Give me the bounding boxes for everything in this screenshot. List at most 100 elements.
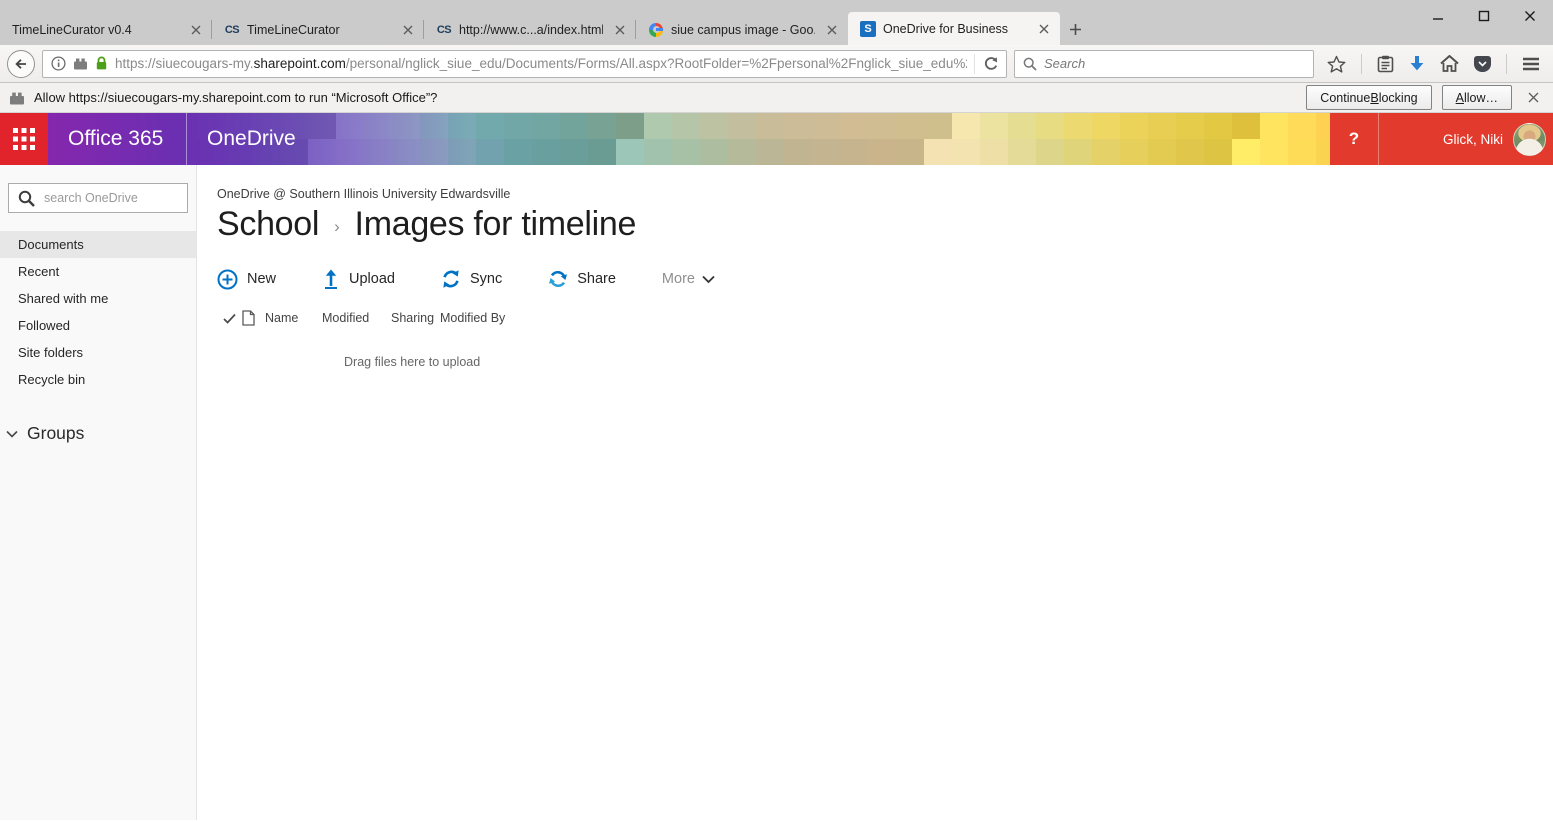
- share-button[interactable]: Share: [548, 269, 616, 289]
- office365-brand[interactable]: Office 365: [68, 113, 163, 165]
- select-all-checkmark[interactable]: [217, 313, 242, 324]
- bookmark-star-icon[interactable]: [1327, 55, 1346, 73]
- menu-hamburger-icon[interactable]: [1522, 57, 1540, 71]
- reload-button[interactable]: [974, 53, 998, 74]
- groups-section-toggle[interactable]: Groups: [0, 423, 196, 444]
- back-button[interactable]: [7, 49, 35, 78]
- search-icon: [18, 190, 35, 207]
- toolbar-icons: [1321, 53, 1546, 74]
- tab-close-icon[interactable]: [1034, 19, 1054, 39]
- tab-timelinecurator[interactable]: CS TimeLineCurator: [212, 14, 424, 45]
- sidebar-item-shared-with-me[interactable]: Shared with me: [0, 285, 196, 312]
- info-icon[interactable]: [51, 56, 66, 71]
- browser-search-box[interactable]: [1014, 49, 1314, 78]
- help-button[interactable]: ?: [1330, 113, 1378, 165]
- lock-icon[interactable]: [95, 56, 108, 71]
- org-title: OneDrive @ Southern Illinois University …: [217, 187, 511, 201]
- onedrive-search-input[interactable]: [44, 191, 178, 205]
- new-button[interactable]: New: [217, 269, 276, 290]
- breadcrumb-current: Images for timeline: [354, 205, 637, 243]
- browser-toolbar: https://siuecougars-my.sharepoint.com/pe…: [0, 45, 1553, 83]
- page-title: School › Images for timeline: [217, 205, 1553, 244]
- google-favicon: [648, 22, 664, 38]
- chevron-down-icon: [6, 430, 18, 438]
- suitebar-divider: [186, 113, 187, 165]
- chevron-down-icon: [702, 275, 715, 284]
- column-header-name[interactable]: Name: [265, 311, 322, 325]
- allow-button[interactable]: Allow…: [1441, 85, 1512, 110]
- tab-label: siue campus image - Goo...: [671, 22, 815, 37]
- tab-label: TimeLineCurator: [247, 22, 340, 37]
- plugin-brick-icon: [9, 91, 25, 105]
- url-bar[interactable]: https://siuecougars-my.sharepoint.com/pe…: [42, 49, 1007, 78]
- tab-label: OneDrive for Business: [883, 21, 1009, 36]
- user-name: Glick, Niki: [1443, 131, 1503, 147]
- cs-favicon: CS: [224, 23, 240, 36]
- onedrive-app-title[interactable]: OneDrive: [207, 113, 296, 165]
- plugin-notification-bar: Allow https://siuecougars-my.sharepoint.…: [0, 83, 1553, 113]
- command-bar: New Upload Sync Share More: [217, 265, 1553, 293]
- tab-onedrive-active[interactable]: S OneDrive for Business: [848, 12, 1060, 45]
- breadcrumb-parent[interactable]: School: [217, 205, 319, 244]
- onedrive-sidebar: Documents Recent Shared with me Followed…: [0, 165, 197, 820]
- groups-label: Groups: [27, 423, 85, 443]
- onedrive-search-box[interactable]: [8, 183, 188, 213]
- continue-blocking-button[interactable]: Continue Blocking: [1306, 85, 1432, 110]
- main-content: OneDrive @ Southern Illinois University …: [197, 165, 1553, 820]
- toolbar-divider: [1506, 53, 1507, 74]
- more-button[interactable]: More: [662, 271, 715, 287]
- maximize-button[interactable]: [1461, 0, 1507, 32]
- sync-button[interactable]: Sync: [441, 269, 502, 289]
- upload-button[interactable]: Upload: [322, 269, 395, 289]
- drag-files-message: Drag files here to upload: [344, 355, 481, 369]
- sidebar-item-recent[interactable]: Recent: [0, 258, 196, 285]
- sync-arrows-icon: [441, 269, 461, 289]
- sidebar-item-followed[interactable]: Followed: [0, 312, 196, 339]
- file-type-icon[interactable]: [242, 310, 265, 326]
- tab-bar: TimeLineCurator v0.4 CS TimeLineCurator …: [0, 0, 1553, 45]
- user-avatar[interactable]: [1513, 122, 1546, 156]
- toolbar-divider: [1361, 53, 1362, 74]
- file-list-header: Name Modified Sharing Modified By: [217, 308, 1553, 328]
- breadcrumb-separator-icon: ›: [334, 216, 340, 236]
- tab-close-icon[interactable]: [610, 20, 630, 40]
- plugin-icon[interactable]: [73, 57, 88, 70]
- app-launcher-button[interactable]: [0, 113, 48, 165]
- column-header-sharing[interactable]: Sharing: [391, 311, 440, 325]
- sidebar-item-site-folders[interactable]: Site folders: [0, 339, 196, 366]
- tab-index-html[interactable]: CS http://www.c...a/index.html: [424, 14, 636, 45]
- minimize-button[interactable]: [1415, 0, 1461, 32]
- notification-close-icon[interactable]: [1522, 87, 1544, 109]
- search-icon: [1023, 57, 1037, 71]
- new-plus-icon: [217, 269, 238, 290]
- tab-close-icon[interactable]: [186, 20, 206, 40]
- upload-arrow-icon: [322, 269, 340, 289]
- column-header-modified[interactable]: Modified: [322, 311, 391, 325]
- url-text[interactable]: https://siuecougars-my.sharepoint.com/pe…: [115, 56, 967, 71]
- tab-close-icon[interactable]: [822, 20, 842, 40]
- user-menu[interactable]: Glick, Niki: [1379, 113, 1553, 165]
- browser-window: TimeLineCurator v0.4 CS TimeLineCurator …: [0, 0, 1553, 822]
- share-circle-icon: [548, 269, 568, 289]
- column-header-modified-by[interactable]: Modified By: [440, 311, 505, 325]
- window-controls: [1415, 0, 1553, 32]
- sharepoint-favicon: S: [860, 20, 876, 37]
- notification-message: Allow https://siuecougars-my.sharepoint.…: [34, 90, 438, 105]
- sidebar-item-recycle-bin[interactable]: Recycle bin: [0, 366, 196, 393]
- bookmarks-menu-icon[interactable]: [1377, 55, 1394, 73]
- tab-google-search[interactable]: siue campus image - Goo...: [636, 14, 848, 45]
- tab-label: TimeLineCurator v0.4: [12, 22, 132, 37]
- sidebar-item-documents[interactable]: Documents: [0, 231, 196, 258]
- new-tab-button[interactable]: [1060, 14, 1090, 44]
- downloads-icon[interactable]: [1409, 55, 1425, 72]
- tab-label: http://www.c...a/index.html: [459, 22, 603, 37]
- pocket-icon[interactable]: [1474, 55, 1491, 72]
- browser-search-input[interactable]: [1044, 56, 1305, 71]
- notification-actions: Continue Blocking Allow…: [1306, 85, 1544, 110]
- home-icon[interactable]: [1440, 55, 1459, 72]
- page-body: Documents Recent Shared with me Followed…: [0, 165, 1553, 820]
- close-window-button[interactable]: [1507, 0, 1553, 32]
- tab-timelinecurator-v04[interactable]: TimeLineCurator v0.4: [0, 14, 212, 45]
- tab-close-icon[interactable]: [398, 20, 418, 40]
- office365-suite-bar: Office 365 OneDrive ? Glick, Niki: [0, 113, 1553, 165]
